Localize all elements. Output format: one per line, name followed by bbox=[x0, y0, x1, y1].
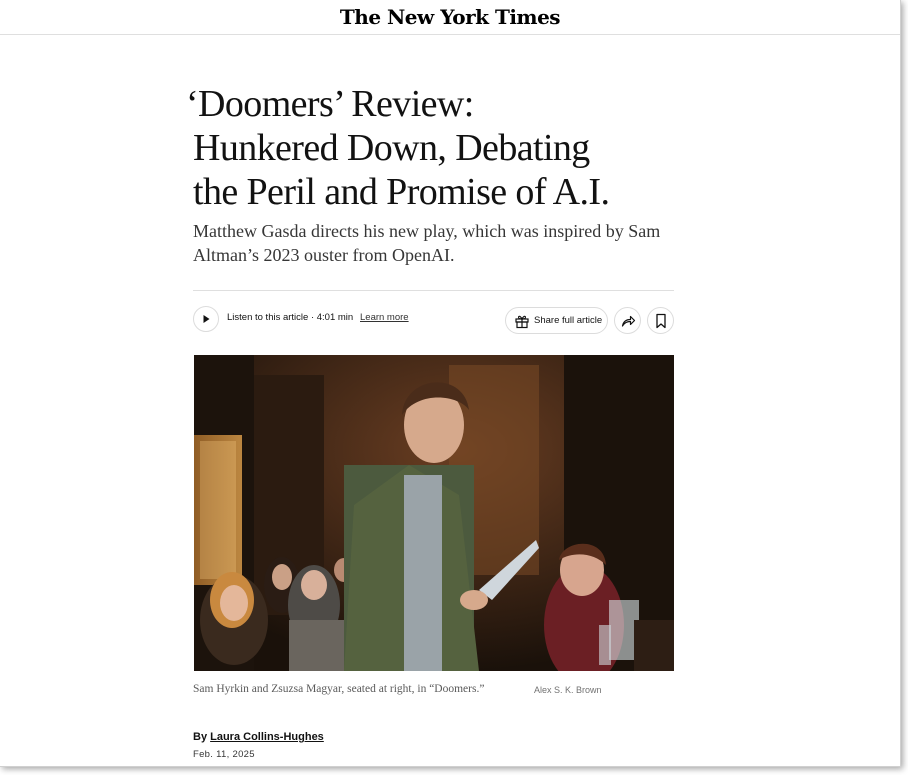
article-photo[interactable] bbox=[194, 355, 674, 671]
headline-line-3: the Peril and Promise of A.I. bbox=[193, 171, 610, 213]
headline-line-2: Hunkered Down, Debating bbox=[193, 127, 590, 169]
nyt-logo[interactable]: The New York Times bbox=[0, 5, 900, 29]
photo-caption: Sam Hyrkin and Zsuzsa Magyar, seated at … bbox=[193, 683, 485, 695]
share-arrow-icon bbox=[621, 315, 635, 327]
masthead: The New York Times bbox=[0, 0, 900, 35]
theater-scene-image bbox=[194, 355, 674, 671]
headline-line-1: ‘Doomers’ Review: bbox=[186, 83, 474, 125]
play-icon bbox=[203, 315, 210, 323]
article-headline: ‘Doomers’ Review: Hunkered Down, Debatin… bbox=[186, 82, 666, 214]
browser-page: The New York Times ‘Doomers’ Review: Hun… bbox=[0, 0, 901, 767]
share-button[interactable] bbox=[614, 307, 641, 334]
bookmark-icon bbox=[655, 313, 666, 328]
byline: By Laura Collins-Hughes bbox=[193, 731, 324, 743]
photo-credit: Alex S. K. Brown bbox=[534, 685, 602, 695]
article-summary: Matthew Gasda directs his new play, whic… bbox=[193, 221, 661, 265]
byline-prefix: By bbox=[193, 731, 208, 743]
learn-more-link[interactable]: Learn more bbox=[360, 312, 409, 323]
publish-date: Feb. 11, 2025 bbox=[193, 749, 255, 760]
gift-icon bbox=[515, 315, 529, 328]
save-button[interactable] bbox=[647, 307, 674, 334]
listen-label: Listen to this article · 4:01 min bbox=[227, 312, 354, 323]
author-link[interactable]: Laura Collins-Hughes bbox=[210, 731, 324, 743]
divider bbox=[193, 290, 674, 291]
listen-play-button[interactable] bbox=[193, 306, 219, 332]
share-full-article-button[interactable]: Share full article bbox=[505, 307, 608, 334]
share-label: Share full article bbox=[534, 315, 603, 326]
